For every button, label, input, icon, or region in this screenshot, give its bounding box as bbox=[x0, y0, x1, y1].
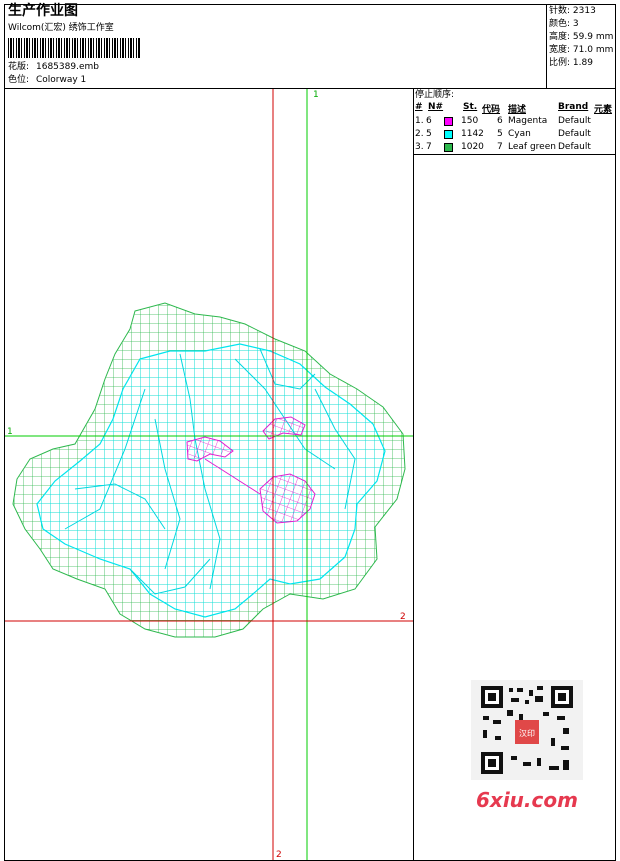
col-header-stitches: St. bbox=[463, 102, 478, 112]
row-code: 7 bbox=[497, 142, 503, 152]
stat-stitches: 针数: 2313 bbox=[549, 6, 596, 17]
colorway-value: Colorway 1 bbox=[36, 75, 87, 85]
design-label: 花版: bbox=[8, 62, 30, 72]
stat-label: 高度: bbox=[549, 32, 571, 42]
row-stitches: 1020 bbox=[461, 142, 484, 152]
col-header-element: 元素 bbox=[594, 105, 613, 115]
qr-code-image: 汉印 bbox=[471, 680, 583, 780]
stat-scale: 比例: 1.89 bbox=[549, 58, 593, 69]
design-file: 1685389.emb bbox=[36, 62, 99, 72]
row-code: 6 bbox=[497, 116, 503, 126]
stat-height: 高度: 59.9 mm bbox=[549, 32, 613, 43]
stat-value: 71.0 mm bbox=[572, 45, 614, 55]
row-brand: Default bbox=[558, 129, 591, 139]
green-vertical-marker: 1 bbox=[313, 90, 319, 100]
row-index: 2. bbox=[415, 129, 424, 139]
qr-badge: 汉印 bbox=[519, 729, 535, 738]
color-swatch bbox=[444, 117, 453, 126]
col-header-brand: Brand bbox=[558, 102, 589, 112]
stat-colors: 颜色: 3 bbox=[549, 19, 579, 30]
stat-width: 宽度: 71.0 mm bbox=[549, 45, 613, 56]
colorway-label: 色位: bbox=[8, 75, 30, 85]
barcode bbox=[8, 38, 140, 58]
row-description: Leaf green bbox=[508, 142, 556, 152]
stat-value: 1.89 bbox=[572, 58, 593, 68]
stat-label: 宽度: bbox=[549, 45, 571, 55]
stat-label: 针数: bbox=[549, 6, 571, 16]
page-title: 生产作业图 bbox=[8, 3, 78, 19]
row-needle: 5 bbox=[426, 129, 432, 139]
col-header-code: 代码 bbox=[482, 105, 501, 115]
stat-label: 比例: bbox=[549, 58, 571, 68]
studio-name: Wilcom(汇宏) 绣饰工作室 bbox=[8, 23, 114, 33]
red-horizontal-marker: 2 bbox=[400, 612, 406, 622]
red-vertical-marker: 2 bbox=[276, 850, 282, 860]
color-swatch bbox=[444, 130, 453, 139]
row-index: 1. bbox=[415, 116, 424, 126]
col-header-index: # bbox=[415, 102, 423, 112]
row-brand: Default bbox=[558, 116, 591, 126]
green-horizontal-marker: 1 bbox=[7, 427, 13, 437]
stat-value: 3 bbox=[572, 19, 579, 29]
row-code: 5 bbox=[497, 129, 503, 139]
watermark-site: 6xiu.com bbox=[476, 788, 578, 812]
row-stitches: 1142 bbox=[461, 129, 484, 139]
row-brand: Default bbox=[558, 142, 591, 152]
col-header-description: 描述 bbox=[508, 105, 527, 115]
stat-label: 颜色: bbox=[549, 19, 571, 29]
color-swatch bbox=[444, 143, 453, 152]
stat-value: 59.9 mm bbox=[572, 32, 614, 42]
row-needle: 6 bbox=[426, 116, 432, 126]
row-description: Magenta bbox=[508, 116, 548, 126]
stat-value: 2313 bbox=[572, 6, 596, 16]
row-index: 3. bbox=[415, 142, 424, 152]
row-needle: 7 bbox=[426, 142, 432, 152]
col-header-needle: N# bbox=[428, 102, 444, 112]
sequence-title: 停止顺序: bbox=[415, 90, 455, 100]
row-stitches: 150 bbox=[461, 116, 479, 126]
embroidery-design: 1 1 2 2 bbox=[5, 89, 413, 860]
row-description: Cyan bbox=[508, 129, 531, 139]
